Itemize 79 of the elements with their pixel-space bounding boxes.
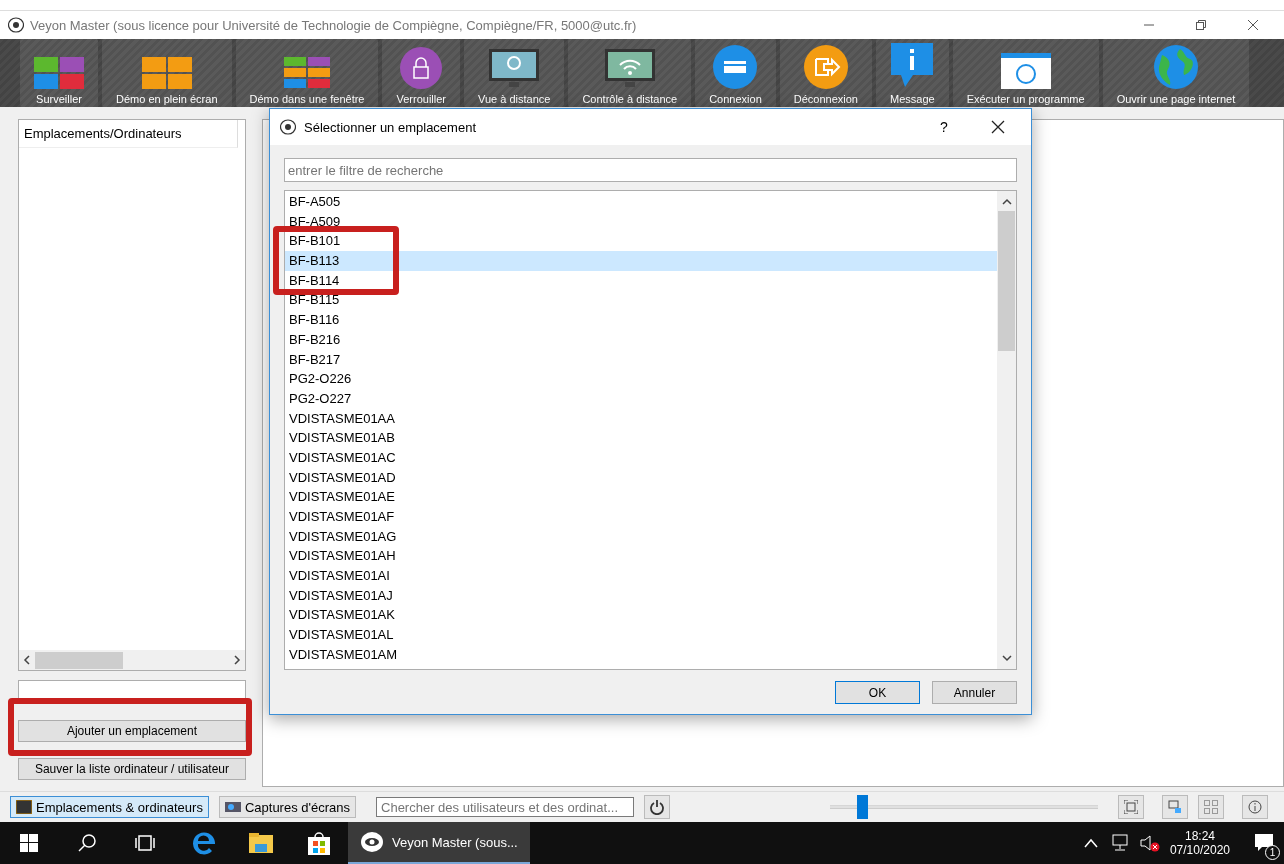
power-icon[interactable] xyxy=(649,799,665,815)
toolbar-button[interactable]: Vue à distance xyxy=(464,39,565,107)
globe-icon xyxy=(1153,45,1198,89)
toolbar-button[interactable]: Connexion xyxy=(695,39,776,107)
power-button[interactable] xyxy=(644,795,670,819)
taskbar-app[interactable]: Veyon Master (sous... xyxy=(348,822,530,864)
location-item[interactable]: PG2-O227 xyxy=(285,388,997,409)
dialog-button[interactable]: Annuler xyxy=(932,681,1017,704)
toolbar-button[interactable]: Surveiller xyxy=(20,39,98,107)
grid-icon xyxy=(34,57,84,89)
sidebar-button[interactable]: Ajouter un emplacement xyxy=(18,720,246,742)
close-icon[interactable] xyxy=(991,120,1005,134)
lock-icon xyxy=(400,47,443,89)
message-icon xyxy=(891,43,934,89)
toolbar-button[interactable]: Exécuter un programme xyxy=(952,39,1099,107)
toolbar-button[interactable]: Démo dans une fenêtre xyxy=(235,39,379,107)
location-item[interactable]: PG2-O226 xyxy=(285,369,997,389)
info-icon[interactable] xyxy=(1242,795,1268,819)
card-icon xyxy=(713,45,758,89)
clock-date: 07/10/2020 xyxy=(1169,843,1230,857)
camera-icon xyxy=(224,801,241,813)
location-item[interactable]: BF-B216 xyxy=(285,329,997,350)
location-item[interactable]: VDISTASME01AB xyxy=(285,428,997,448)
toolbar-button[interactable]: Contrôle à distance xyxy=(568,39,692,107)
sidebar-button[interactable]: Sauver la liste ordinateur / utilisateur xyxy=(18,758,246,780)
location-item[interactable]: BF-B114 xyxy=(285,270,997,291)
eye-icon xyxy=(8,17,24,33)
window-icon xyxy=(1000,53,1051,89)
location-item[interactable]: VDISTASME01AI xyxy=(285,566,997,586)
toolbar-button[interactable]: Déconnexion xyxy=(779,39,872,107)
location-item[interactable]: VDISTASME01AE xyxy=(285,487,997,507)
view-tab[interactable]: Captures d'écrans xyxy=(218,796,356,818)
tree-header: Emplacements/Ordinateurs xyxy=(19,120,238,148)
close-icon[interactable] xyxy=(1247,19,1259,31)
search-field[interactable] xyxy=(18,680,246,700)
dialog-title: Sélectionner un emplacement xyxy=(304,119,477,135)
tiles-icon[interactable] xyxy=(1198,795,1224,819)
location-item[interactable]: BF-B101 xyxy=(285,231,997,252)
monitor-icon xyxy=(604,49,655,89)
eye-icon xyxy=(280,119,296,135)
filter-field[interactable]: entrer le filtre de recherche xyxy=(284,158,1017,182)
location-item[interactable]: VDISTASME01AJ xyxy=(285,585,997,606)
location-item[interactable]: VDISTASME01AM xyxy=(285,644,997,665)
chevron-icon[interactable] xyxy=(1083,838,1098,848)
location-item[interactable]: VDISTASME01AL xyxy=(285,625,997,645)
location-item[interactable]: VDISTASME01AD xyxy=(285,467,997,488)
location-item[interactable]: VDISTASME01AA xyxy=(285,408,997,429)
location-item[interactable]: VDISTASME01AK xyxy=(285,605,997,626)
location-item[interactable]: BF-B113 xyxy=(285,251,997,271)
clock-time: 18:24 xyxy=(1184,829,1215,843)
help-button[interactable]: ? xyxy=(921,114,967,140)
toolbar-button[interactable]: Message xyxy=(876,39,949,107)
search-field[interactable]: Chercher des utilisateurs et des ordinat... xyxy=(376,797,634,817)
location-item[interactable]: BF-B116 xyxy=(285,310,997,330)
grid-icon xyxy=(141,57,192,89)
eye-icon xyxy=(360,830,384,854)
toolbar-button[interactable]: Démo en plein écran xyxy=(102,39,232,107)
location-item[interactable]: VDISTASME01AC xyxy=(285,447,997,468)
view-tab[interactable]: Emplacements & ordinateurs xyxy=(10,796,209,818)
location-item[interactable]: BF-B115 xyxy=(285,290,997,311)
horizontal-scrollbar[interactable] xyxy=(19,650,245,670)
monitor-icon xyxy=(489,49,540,89)
location-item[interactable]: BF-B217 xyxy=(285,349,997,370)
toolbar-button[interactable]: Ouvrir une page internet xyxy=(1102,39,1250,107)
exit-icon xyxy=(803,45,848,89)
restore-icon[interactable] xyxy=(1195,19,1207,31)
dialog-button[interactable]: OK xyxy=(835,681,920,704)
location-item[interactable]: BF-A509 xyxy=(285,211,997,232)
location-item[interactable]: VDISTASME01AF xyxy=(285,507,997,527)
window-title: Veyon Master (sous licence pour Université de Technologie de Compiègne, Compiègne/FR, 5000@utc.fr) xyxy=(30,17,638,33)
location-item[interactable]: VDISTASME01AH xyxy=(285,546,997,567)
grid-icon xyxy=(284,57,330,89)
location-item[interactable]: BF-A505 xyxy=(285,192,997,212)
vertical-scrollbar[interactable] xyxy=(997,191,1016,669)
monitor-icon xyxy=(16,800,32,814)
muted-speaker-icon[interactable] xyxy=(1139,834,1160,852)
toolbar-button[interactable]: Verrouiller xyxy=(382,39,460,107)
location-item[interactable]: VDISTASME01AG xyxy=(285,526,997,547)
notification-count: 1 xyxy=(1265,845,1280,860)
